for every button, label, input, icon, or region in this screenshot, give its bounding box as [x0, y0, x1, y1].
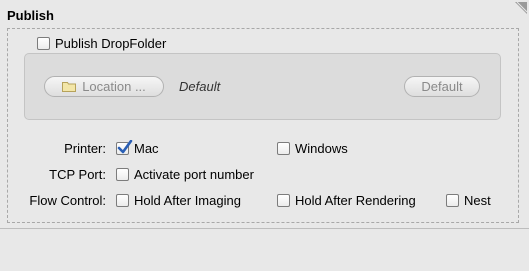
printer-mac-checkbox[interactable]: Mac [116, 139, 159, 156]
printer-mac-box[interactable] [116, 139, 133, 155]
tcp-port-label: TCP Port: [49, 167, 106, 182]
default-button[interactable]: Default [404, 76, 480, 97]
printer-windows-box[interactable] [277, 141, 290, 155]
folder-icon [62, 82, 77, 92]
printer-windows-checkbox[interactable]: Windows [277, 140, 348, 156]
hold-after-imaging-checkbox[interactable]: Hold After Imaging [116, 192, 241, 208]
panel-title: Publish [7, 8, 54, 23]
checkmark-icon [117, 139, 133, 153]
publish-dropfolder-label: Publish DropFolder [55, 35, 167, 51]
publish-dropfolder-checkbox[interactable]: Publish DropFolder [37, 35, 166, 51]
location-value: Default [179, 79, 221, 94]
printer-label: Printer: [64, 141, 106, 156]
activate-port-box[interactable] [116, 167, 129, 181]
location-button[interactable]: Location ... [44, 76, 164, 97]
hold-after-rendering-label: Hold After Rendering [295, 192, 416, 208]
publish-panel: Publish Publish DropFolder Location ... … [0, 0, 529, 229]
flow-control-label: Flow Control: [29, 193, 106, 208]
printer-mac-label: Mac [134, 140, 159, 156]
resize-corner-icon[interactable] [515, 2, 527, 14]
printer-windows-label: Windows [295, 140, 348, 156]
default-button-label: Default [421, 79, 463, 94]
hold-after-rendering-box[interactable] [277, 193, 290, 207]
publish-dropfolder-box[interactable] [37, 36, 50, 50]
hold-after-rendering-checkbox[interactable]: Hold After Rendering [277, 192, 416, 208]
nest-box[interactable] [446, 193, 459, 207]
hold-after-imaging-box[interactable] [116, 193, 129, 207]
nest-checkbox[interactable]: Nest [446, 192, 491, 208]
activate-port-checkbox[interactable]: Activate port number [116, 166, 254, 182]
location-button-label: Location ... [82, 79, 146, 94]
hold-after-imaging-label: Hold After Imaging [134, 192, 241, 208]
nest-label: Nest [464, 192, 491, 208]
activate-port-label: Activate port number [134, 166, 254, 182]
